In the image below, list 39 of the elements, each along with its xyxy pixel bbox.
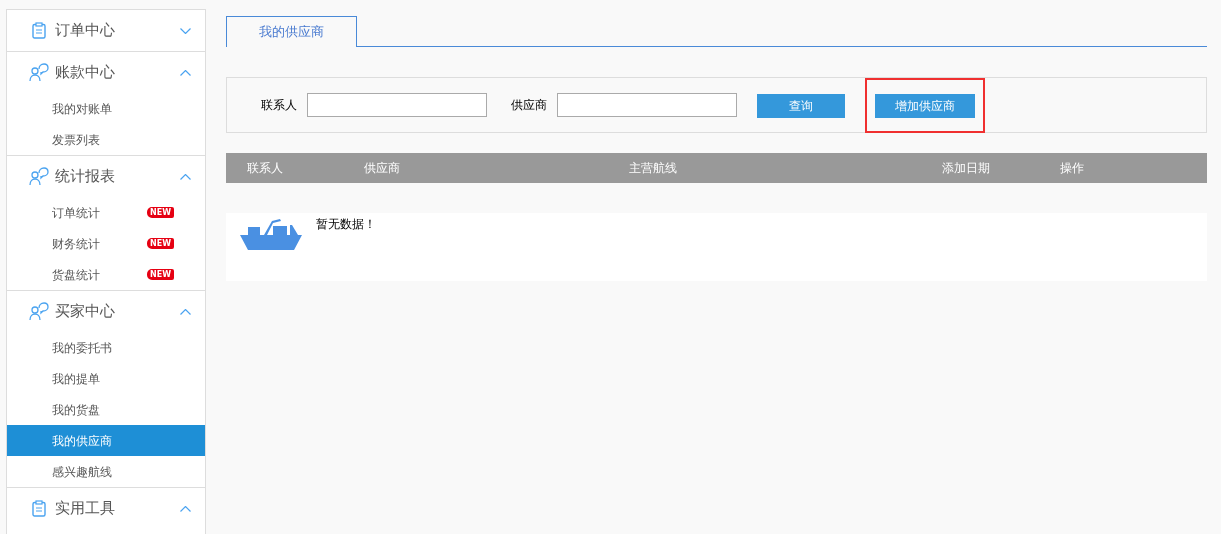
section-header[interactable]: 订单中心: [7, 10, 205, 51]
field-label: 联系人: [261, 97, 297, 114]
sidebar-item[interactable]: 货盘统计 NEW: [7, 259, 205, 290]
field-label: 供应商: [511, 97, 547, 114]
sidebar-item[interactable]: 发票列表: [7, 124, 205, 155]
column-header: 操作: [1060, 160, 1085, 177]
chevron-icon: [180, 173, 191, 180]
empty-message: 暂无数据！: [316, 216, 376, 233]
input-field[interactable]: [307, 93, 487, 117]
column-header: 联系人: [246, 160, 284, 177]
clipboard-icon: [32, 500, 46, 517]
clipboard-icon: [32, 22, 46, 39]
section-header[interactable]: 统计报表: [7, 156, 205, 197]
column-header: 主营航线: [629, 160, 678, 177]
sidebar-item[interactable]: 我的供应商: [7, 425, 205, 456]
sidebar-item[interactable]: 感兴趣航线: [7, 456, 205, 487]
chevron-icon: [180, 27, 191, 34]
person-chat-icon: [29, 302, 49, 321]
new-badge: NEW: [147, 269, 174, 280]
sidebar-item[interactable]: 我的委托书: [7, 332, 205, 363]
chevron-icon: [180, 69, 191, 76]
section-header[interactable]: 实用工具: [7, 488, 205, 529]
sidebar-item[interactable]: 财务统计 NEW: [7, 228, 205, 259]
input-field[interactable]: [557, 93, 737, 117]
person-chat-icon: [29, 63, 49, 82]
sidebar-item[interactable]: 我的对账单: [7, 93, 205, 124]
person-chat-icon: [29, 167, 49, 186]
sidebar-item[interactable]: 我的提单: [7, 363, 205, 394]
column-header: 供应商: [364, 160, 401, 177]
column-header: 添加日期: [942, 160, 991, 177]
chevron-icon: [180, 505, 191, 512]
section-header[interactable]: 账款中心: [7, 52, 205, 93]
tab[interactable]: 我的供应商: [226, 16, 357, 47]
new-badge: NEW: [147, 207, 174, 218]
section-header[interactable]: 买家中心: [7, 291, 205, 332]
sidebar-item[interactable]: 我的货盘: [7, 394, 205, 425]
new-badge: NEW: [147, 238, 174, 249]
sidebar-item[interactable]: 订单统计 NEW: [7, 197, 205, 228]
chevron-icon: [180, 308, 191, 315]
